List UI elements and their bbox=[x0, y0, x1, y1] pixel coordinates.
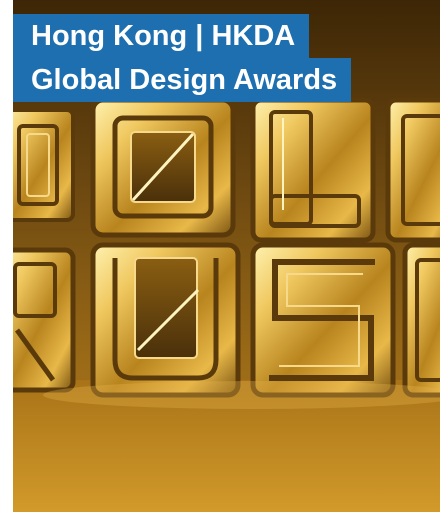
letter-u-bottom bbox=[90, 242, 241, 398]
title-line-2: Global Design Awards bbox=[13, 58, 352, 102]
card-frame: Hong Kong | HKDA Global Design Awards bbox=[0, 0, 440, 512]
letter-d-top bbox=[385, 97, 440, 243]
letter-r-bottom bbox=[13, 247, 76, 393]
letter-h-bottom bbox=[402, 242, 440, 398]
title-banner: Hong Kong | HKDA Global Design Awards bbox=[13, 14, 352, 102]
letter-g-top bbox=[13, 108, 75, 222]
letter-s-bottom bbox=[250, 242, 396, 398]
letter-o-top bbox=[90, 97, 236, 238]
letter-l-top bbox=[250, 97, 376, 243]
title-line-1: Hong Kong | HKDA bbox=[13, 14, 310, 58]
